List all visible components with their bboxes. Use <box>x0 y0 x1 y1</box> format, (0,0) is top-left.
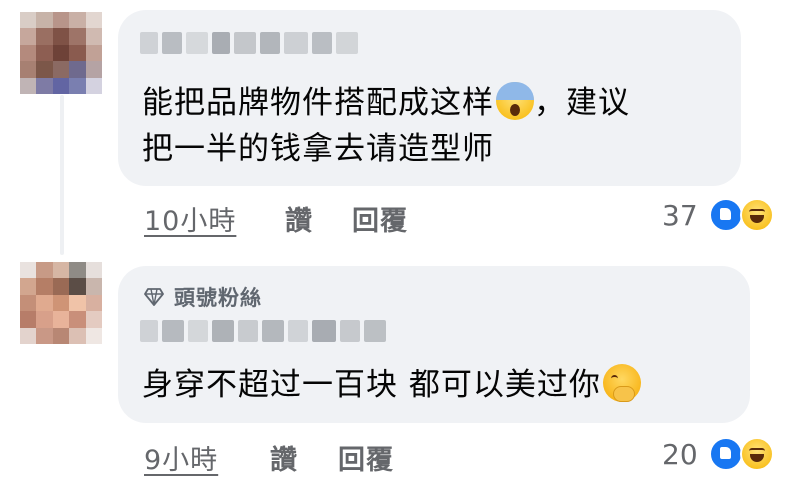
commenter-name[interactable] <box>140 32 358 54</box>
reply-thread-line <box>60 95 64 255</box>
timestamp-link[interactable]: 10小時 <box>144 199 236 238</box>
commenter-name[interactable] <box>140 320 386 342</box>
comment-bubble: 頭號粉絲 身穿不超过一百块 都可以美过你 <box>118 266 750 423</box>
reply-button[interactable]: 回覆 <box>338 438 394 477</box>
comment-text-line: 把一半的钱拿去请造型师 <box>142 131 494 167</box>
avatar[interactable] <box>20 262 102 344</box>
avatar[interactable] <box>20 12 102 94</box>
reaction-count[interactable]: 37 <box>662 199 698 232</box>
comment-text: 身穿不超过一百块 都可以美过你 <box>142 362 641 408</box>
reaction-count[interactable]: 20 <box>662 438 698 471</box>
like-reaction-icon <box>709 437 743 471</box>
comment-bubble: 能把品牌物件搭配成这样 ，建议 把一半的钱拿去请造型师 <box>118 10 741 186</box>
comment-text-line: 身穿不超过一百块 都可以美过你 <box>142 367 601 403</box>
face-with-hand-over-mouth-icon <box>602 364 641 402</box>
haha-reaction-icon <box>740 198 774 232</box>
top-fan-badge[interactable]: 頭號粉絲 <box>174 282 262 312</box>
diamond-icon <box>144 288 164 306</box>
reply-button[interactable]: 回覆 <box>352 199 408 238</box>
comment-text-line: 能把品牌物件搭配成这样 <box>142 85 494 121</box>
haha-reaction-icon <box>740 437 774 471</box>
face-screaming-in-fear-icon <box>496 82 534 120</box>
like-button[interactable]: 讚 <box>270 438 298 477</box>
comment-text: 能把品牌物件搭配成这样 ，建议 把一半的钱拿去请造型师 <box>142 80 630 172</box>
comment-text-line: ，建议 <box>534 85 630 121</box>
timestamp-link[interactable]: 9小時 <box>144 438 218 477</box>
like-button[interactable]: 讚 <box>285 199 313 238</box>
like-reaction-icon <box>709 198 743 232</box>
